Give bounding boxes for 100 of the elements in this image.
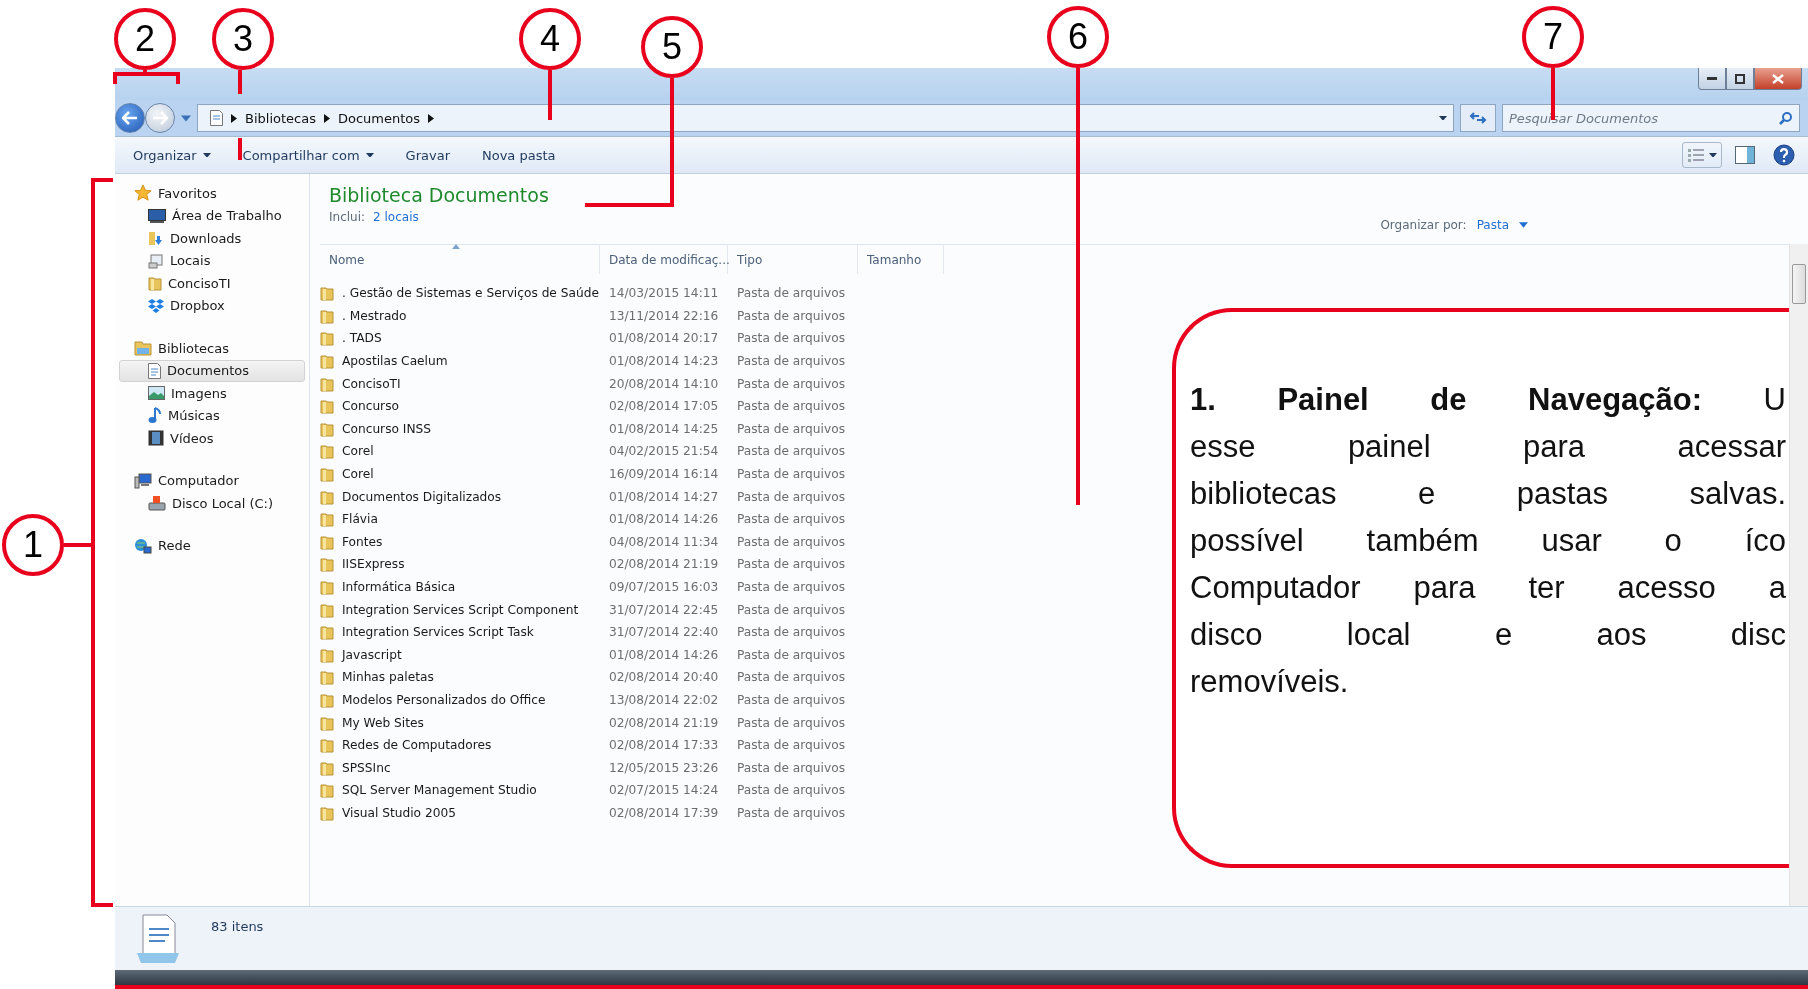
column-header[interactable]: Tipo [728, 245, 858, 274]
search-field[interactable]: Pesquisar Documentos [1502, 104, 1800, 132]
folder-icon [320, 511, 334, 528]
dropdown-arrow-icon[interactable] [181, 114, 191, 122]
leader-line [113, 68, 180, 86]
refresh-button[interactable] [1460, 104, 1496, 132]
file-name: Concurso INSS [320, 420, 600, 437]
minimize-button[interactable] [1698, 68, 1726, 90]
folder-icon [320, 353, 334, 370]
sidebar-item[interactable]: ConcisoTI [119, 272, 305, 295]
file-name: IISExpress [320, 556, 600, 573]
breadcrumb-item[interactable]: Bibliotecas [245, 110, 316, 126]
star-icon [134, 184, 152, 203]
hard-drive-icon [148, 495, 166, 512]
details-view-icon [1687, 148, 1705, 162]
sidebar-item[interactable]: Imagens [119, 382, 305, 405]
callout-text: Computador para ter acesso a [1190, 569, 1786, 607]
folder-icon [320, 692, 334, 708]
table-cell-text: 02/08/2014 17:33 [608, 738, 720, 753]
file-name: Modelos Personalizados do Office [320, 692, 600, 708]
table-cell-text: Pasta de arquivos [736, 354, 846, 369]
table-cell-text: Pasta de arquivos [736, 376, 846, 391]
file-name: Flávia [320, 511, 600, 528]
sidebar-item[interactable]: Downloads [119, 227, 305, 250]
pane-icon [1735, 146, 1755, 164]
sidebar-item[interactable]: Bibliotecas [119, 337, 305, 360]
file-name: Minhas paletas [320, 669, 600, 686]
sidebar-item[interactable]: Favoritos [119, 182, 305, 205]
column-header[interactable]: Data de modificaç... [600, 245, 728, 274]
sidebar-item[interactable]: Disco Local (C:) [119, 492, 305, 515]
table-cell-text: Pasta de arquivos [736, 715, 846, 730]
table-cell-text: Pasta de arquivos [736, 625, 846, 640]
table-cell-text: Pasta de arquivos [736, 647, 846, 662]
sidebar-item[interactable]: Computador [119, 469, 305, 492]
column-header[interactable]: Tamanho [858, 245, 944, 274]
sidebar-item[interactable]: Rede [119, 534, 305, 557]
table-cell-text: 01/08/2014 14:25 [608, 421, 720, 436]
breadcrumb-item[interactable]: Documentos [337, 110, 421, 126]
help-icon [1773, 144, 1795, 166]
folder-icon [320, 556, 334, 573]
toolbar-button[interactable]: Organizar [117, 143, 227, 167]
sidebar-item[interactable]: Documentos [119, 359, 305, 382]
table-cell-text: 01/08/2014 14:26 [608, 647, 720, 662]
table-cell-text: 02/08/2014 21:19 [608, 715, 720, 730]
table-cell-text: Pasta de arquivos [736, 783, 846, 798]
sidebar-item[interactable]: Músicas [119, 404, 305, 427]
folder-icon [320, 782, 334, 799]
maximize-icon [1735, 73, 1745, 84]
arrange-label: Organizar por: [1380, 218, 1467, 232]
table-cell-text: 02/08/2014 21:19 [608, 557, 720, 572]
arrange-dropdown[interactable]: Pasta [1476, 218, 1509, 232]
table-cell-text: 01/08/2014 14:27 [608, 489, 720, 504]
sidebar-item[interactable]: Locais [119, 249, 305, 272]
close-button[interactable] [1754, 68, 1802, 90]
toolbar-button[interactable]: Nova pasta [466, 143, 572, 167]
back-button[interactable] [115, 103, 145, 133]
table-cell-text: 14/03/2015 14:11 [608, 286, 720, 301]
callout-number: 7 [1522, 6, 1584, 68]
callout-text: esse painel para acessar [1190, 428, 1786, 466]
table-cell-text: 01/08/2014 14:23 [608, 354, 720, 369]
file-name: . TADS [320, 330, 600, 347]
table-cell-text: Pasta de arquivos [736, 399, 846, 414]
scrollbar[interactable] [1789, 244, 1808, 906]
toolbar-button[interactable]: Gravar [389, 143, 466, 167]
chevron-icon [323, 113, 330, 123]
maximize-button[interactable] [1726, 68, 1754, 90]
callout-text: possível também usar o íco [1190, 522, 1786, 560]
toolbar-button[interactable]: Compartilhar com [226, 143, 390, 167]
column-header[interactable]: Nome [320, 245, 600, 274]
film-icon [148, 430, 164, 447]
folder-icon [320, 737, 334, 754]
sidebar-item[interactable]: Área de Trabalho [119, 204, 305, 227]
callout-number: 2 [114, 8, 176, 70]
folder-icon [320, 533, 334, 550]
table-cell-text: Pasta de arquivos [736, 467, 846, 482]
file-name: Corel [320, 466, 600, 483]
file-name: Visual Studio 2005 [320, 804, 600, 821]
locations-link[interactable]: 2 locais [373, 210, 419, 224]
table-cell-text: 01/08/2014 14:26 [608, 512, 720, 527]
file-name: . Mestrado [320, 307, 600, 324]
folder-icon [320, 443, 334, 460]
callout-number: 1 [2, 514, 64, 576]
table-cell-text: 09/07/2015 16:03 [608, 580, 720, 594]
sidebar-item[interactable]: Vídeos [119, 427, 305, 450]
table-cell-text: Pasta de arquivos [736, 602, 846, 617]
folder-icon [320, 330, 334, 347]
callout-text: 1. Painel de Navegação: U [1190, 381, 1786, 419]
sidebar-item[interactable]: Dropbox [119, 294, 305, 317]
folder-icon [320, 759, 334, 776]
folder-icon [320, 420, 334, 437]
address-bar[interactable]: Bibliotecas Documentos [197, 104, 1454, 132]
callout-text: disco local e aos disc [1190, 616, 1786, 654]
folder-icon [320, 375, 334, 392]
folder-icon [320, 579, 334, 595]
chevron-icon [231, 113, 237, 123]
minimize-icon [1707, 77, 1717, 80]
file-name: ConcisoTI [320, 375, 600, 392]
folder-icon [320, 669, 334, 686]
forward-button[interactable] [145, 103, 175, 133]
folder-icon [320, 488, 334, 505]
